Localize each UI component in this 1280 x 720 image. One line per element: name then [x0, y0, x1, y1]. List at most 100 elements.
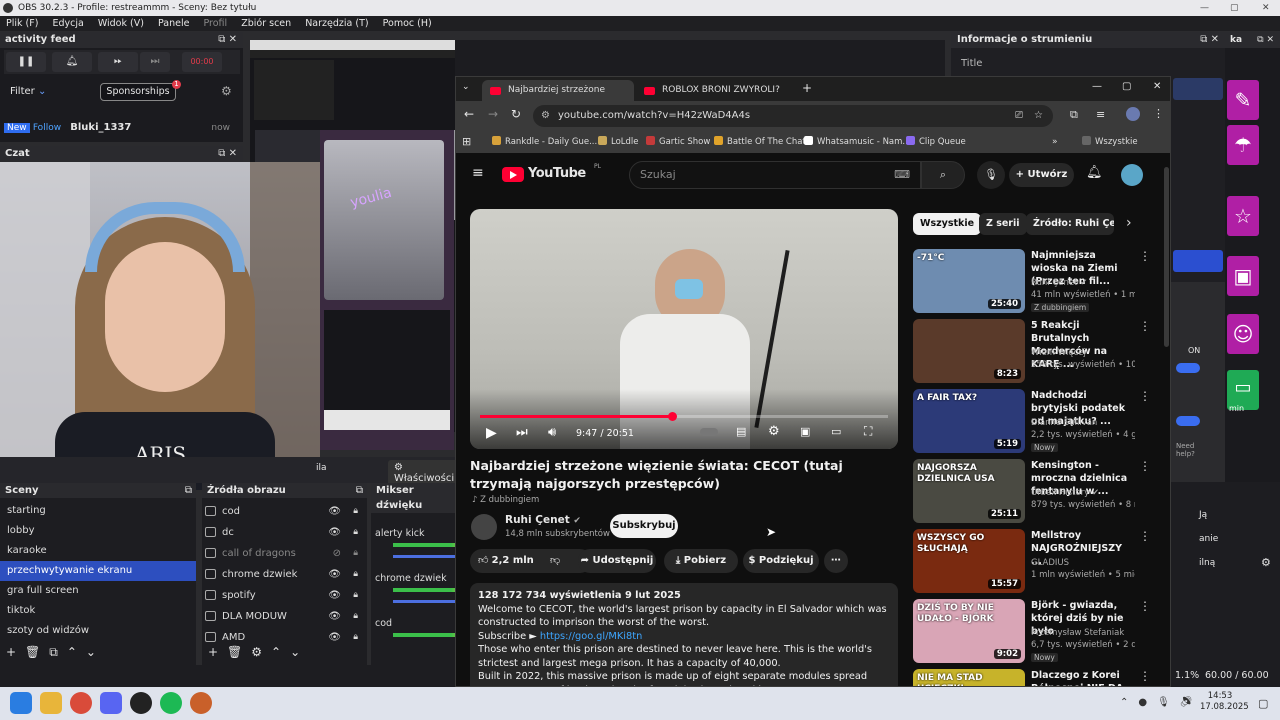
recommendation-item[interactable]: WSZYSCY GO SŁUCHAJĄ 15:57 Mellstroy NAJGRO… [913, 529, 1170, 593]
reload-icon[interactable]: ↻ [511, 107, 521, 121]
float-icon[interactable]: ⧉ [185, 483, 192, 498]
fullscreen-icon[interactable]: ⛶ [864, 424, 872, 439]
youtube-logo-icon[interactable] [502, 167, 524, 182]
like-icon[interactable]: 👍︎ [478, 555, 488, 566]
address-bar[interactable]: ⚙ youtube.com/watch?v=H42zWaD4A4s ⎚ ☆ [533, 105, 1053, 127]
close-icon[interactable]: ✕ [1153, 81, 1161, 92]
maximize-icon[interactable]: ▢ [1122, 81, 1131, 92]
dock-float-close-icon[interactable]: ⧉ ✕ [1200, 32, 1219, 48]
media-icon[interactable]: ≡ [1096, 108, 1105, 121]
menu-profile[interactable]: Profil [203, 18, 227, 29]
chrome-profile-icon[interactable] [190, 692, 212, 714]
close-icon[interactable]: ✕ [1262, 0, 1270, 16]
video-thumbnail[interactable]: DZIŚ TO BY NIE UDAŁO - BJÖRK 9:02 [913, 599, 1025, 663]
video-thumbnail[interactable]: -71°C 25:40 [913, 249, 1025, 313]
keyboard-icon[interactable]: ⌨ [894, 162, 910, 188]
next-icon[interactable]: ⏭︎ [516, 425, 528, 440]
update-button[interactable] [1173, 250, 1223, 272]
toggle-switch[interactable] [1176, 363, 1200, 373]
scene-item[interactable]: lobby [0, 521, 196, 541]
new-tab-icon[interactable]: + [802, 81, 812, 95]
dock-float-close-icon[interactable]: ⧉ ✕ [218, 146, 237, 162]
smile-icon[interactable]: ☺ [1227, 314, 1259, 354]
extensions-icon[interactable]: ⧉ [1070, 108, 1078, 122]
profile-avatar[interactable] [1126, 107, 1140, 121]
create-button[interactable]: + Utwórz [1009, 163, 1074, 187]
spotify-icon[interactable] [160, 692, 182, 714]
dislike-icon[interactable]: 👎︎ [550, 549, 560, 573]
menu-edit[interactable]: Edycja [52, 18, 83, 29]
share-button[interactable]: ➦ Udostępnij [578, 549, 656, 573]
recommendation-item[interactable]: A FAIR TAX? 5:19 Nadchodzi brytyjski podat… [913, 389, 1170, 453]
star-icon[interactable]: ☆ [1034, 105, 1043, 127]
menu-tools[interactable]: Narzędzia (T) [305, 18, 368, 29]
recommendation-item[interactable]: NIE MA STAD UCIECZKI Dlaczego z Korei Pół… [913, 669, 1170, 686]
gear-icon[interactable]: ⚙ [1261, 556, 1271, 569]
source-item[interactable]: DLA MODUW 👁︎ 🔒︎ [202, 606, 367, 627]
bookmark[interactable]: LoLdle [598, 131, 639, 153]
recommendation-channel[interactable]: Dianne Sullivan [1031, 417, 1135, 429]
bookmark[interactable]: Battle Of The Chat [714, 131, 806, 153]
tab[interactable]: ROBLOX BRONI ZWYROLI? (W...✕ [636, 80, 790, 116]
scene-item[interactable]: karaoke [0, 541, 196, 561]
forward-icon[interactable]: → [488, 107, 498, 121]
autoplay-toggle[interactable] [700, 428, 718, 436]
channel-avatar[interactable] [471, 514, 497, 540]
system-tray-icons[interactable]: ⌃●🎙︎🔊︎ [1120, 697, 1203, 708]
sponsorships-button[interactable]: Sponsorships [100, 83, 176, 101]
eye-icon[interactable]: 👁︎ [328, 564, 341, 585]
video-thumbnail[interactable]: NIE MA STAD UCIECZKI [913, 669, 1025, 686]
hamburger-menu-icon[interactable]: ≡ [472, 165, 484, 181]
video-thumbnail[interactable]: 8:23 [913, 319, 1025, 383]
chat-icon[interactable]: ▣ [1227, 256, 1259, 296]
search-button[interactable]: ⌕ [921, 161, 965, 189]
recommendation-title[interactable]: Dlaczego z Korei Północnej NIE DA SIĘ ..… [1031, 669, 1133, 686]
more-options-icon[interactable]: ⋮ [1139, 599, 1151, 613]
youtube-wordmark[interactable]: YouTube [528, 166, 586, 181]
subtitles-icon[interactable]: ▤ [736, 425, 746, 438]
source-item[interactable]: chrome dzwiek 👁︎ 🔒︎ [202, 564, 367, 585]
notifications-icon[interactable]: ▢ [1258, 697, 1268, 710]
chevron-right-icon[interactable]: › [1126, 215, 1132, 231]
more-options-icon[interactable]: ⋮ [1139, 249, 1151, 263]
star-icon[interactable]: ☆ [1227, 196, 1259, 236]
start-icon[interactable] [10, 692, 32, 714]
chrome-icon[interactable] [70, 692, 92, 714]
recommendation-channel[interactable]: Wiem Więcej [1031, 347, 1135, 359]
eye-icon[interactable]: 👁︎ [328, 606, 341, 627]
dock-float-close-icon[interactable]: ⧉ ✕ [1257, 32, 1274, 48]
eye-icon[interactable]: 👁︎ [328, 585, 341, 606]
like-count[interactable]: 2,2 mln [492, 555, 534, 566]
maximize-icon[interactable]: ▢ [1230, 0, 1239, 16]
more-actions-icon[interactable]: ⋯ [824, 549, 848, 573]
volume-slider[interactable] [393, 600, 455, 603]
recommendation-item[interactable]: DZIŚ TO BY NIE UDAŁO - BJÖRK 9:02 Björk - … [913, 599, 1170, 663]
scene-item[interactable]: tiktok [0, 601, 196, 621]
volume-icon[interactable]: 🔊︎ [548, 425, 556, 440]
apps-icon[interactable]: ⊞ [462, 131, 471, 153]
more-options-icon[interactable]: ⋮ [1139, 459, 1151, 473]
system-clock[interactable]: 14:53 17.08.2025 [1200, 691, 1249, 713]
lock-icon[interactable]: 🔒︎ [353, 501, 358, 522]
scene-item-selected[interactable]: przechwytywanie ekranu [0, 561, 196, 581]
channel-name[interactable]: Ruhi Çenet ✔ [505, 514, 581, 526]
more-options-icon[interactable]: ⋮ [1139, 389, 1151, 403]
menu-file[interactable]: Plik (F) [6, 18, 38, 29]
scene-item[interactable]: gra full screen [0, 581, 196, 601]
skip-button[interactable]: ⏩︎ [98, 52, 138, 72]
more-options-icon[interactable]: ⋮ [1139, 529, 1151, 543]
scrollbar[interactable] [1164, 167, 1169, 347]
menu-docks[interactable]: Panele [158, 18, 189, 29]
lock-icon[interactable]: 🔒︎ [353, 627, 358, 648]
more-options-icon[interactable]: ⋮ [1139, 669, 1151, 683]
minimize-icon[interactable]: — [1200, 0, 1209, 16]
install-icon[interactable]: ⎚ [1015, 105, 1023, 127]
lock-icon[interactable]: 🔒︎ [353, 606, 358, 627]
progress-scrubber[interactable] [667, 412, 677, 421]
file-explorer-icon[interactable] [40, 692, 62, 714]
bookmark[interactable]: Rankdle - Daily Gue... [492, 131, 597, 153]
bookmark[interactable]: Whatsamusic - Nam... [804, 131, 911, 153]
eye-icon[interactable]: 👁︎ [328, 522, 341, 543]
video-thumbnail[interactable]: A FAIR TAX? 5:19 [913, 389, 1025, 453]
chrome-menu-icon[interactable]: ⋮ [1153, 107, 1164, 120]
